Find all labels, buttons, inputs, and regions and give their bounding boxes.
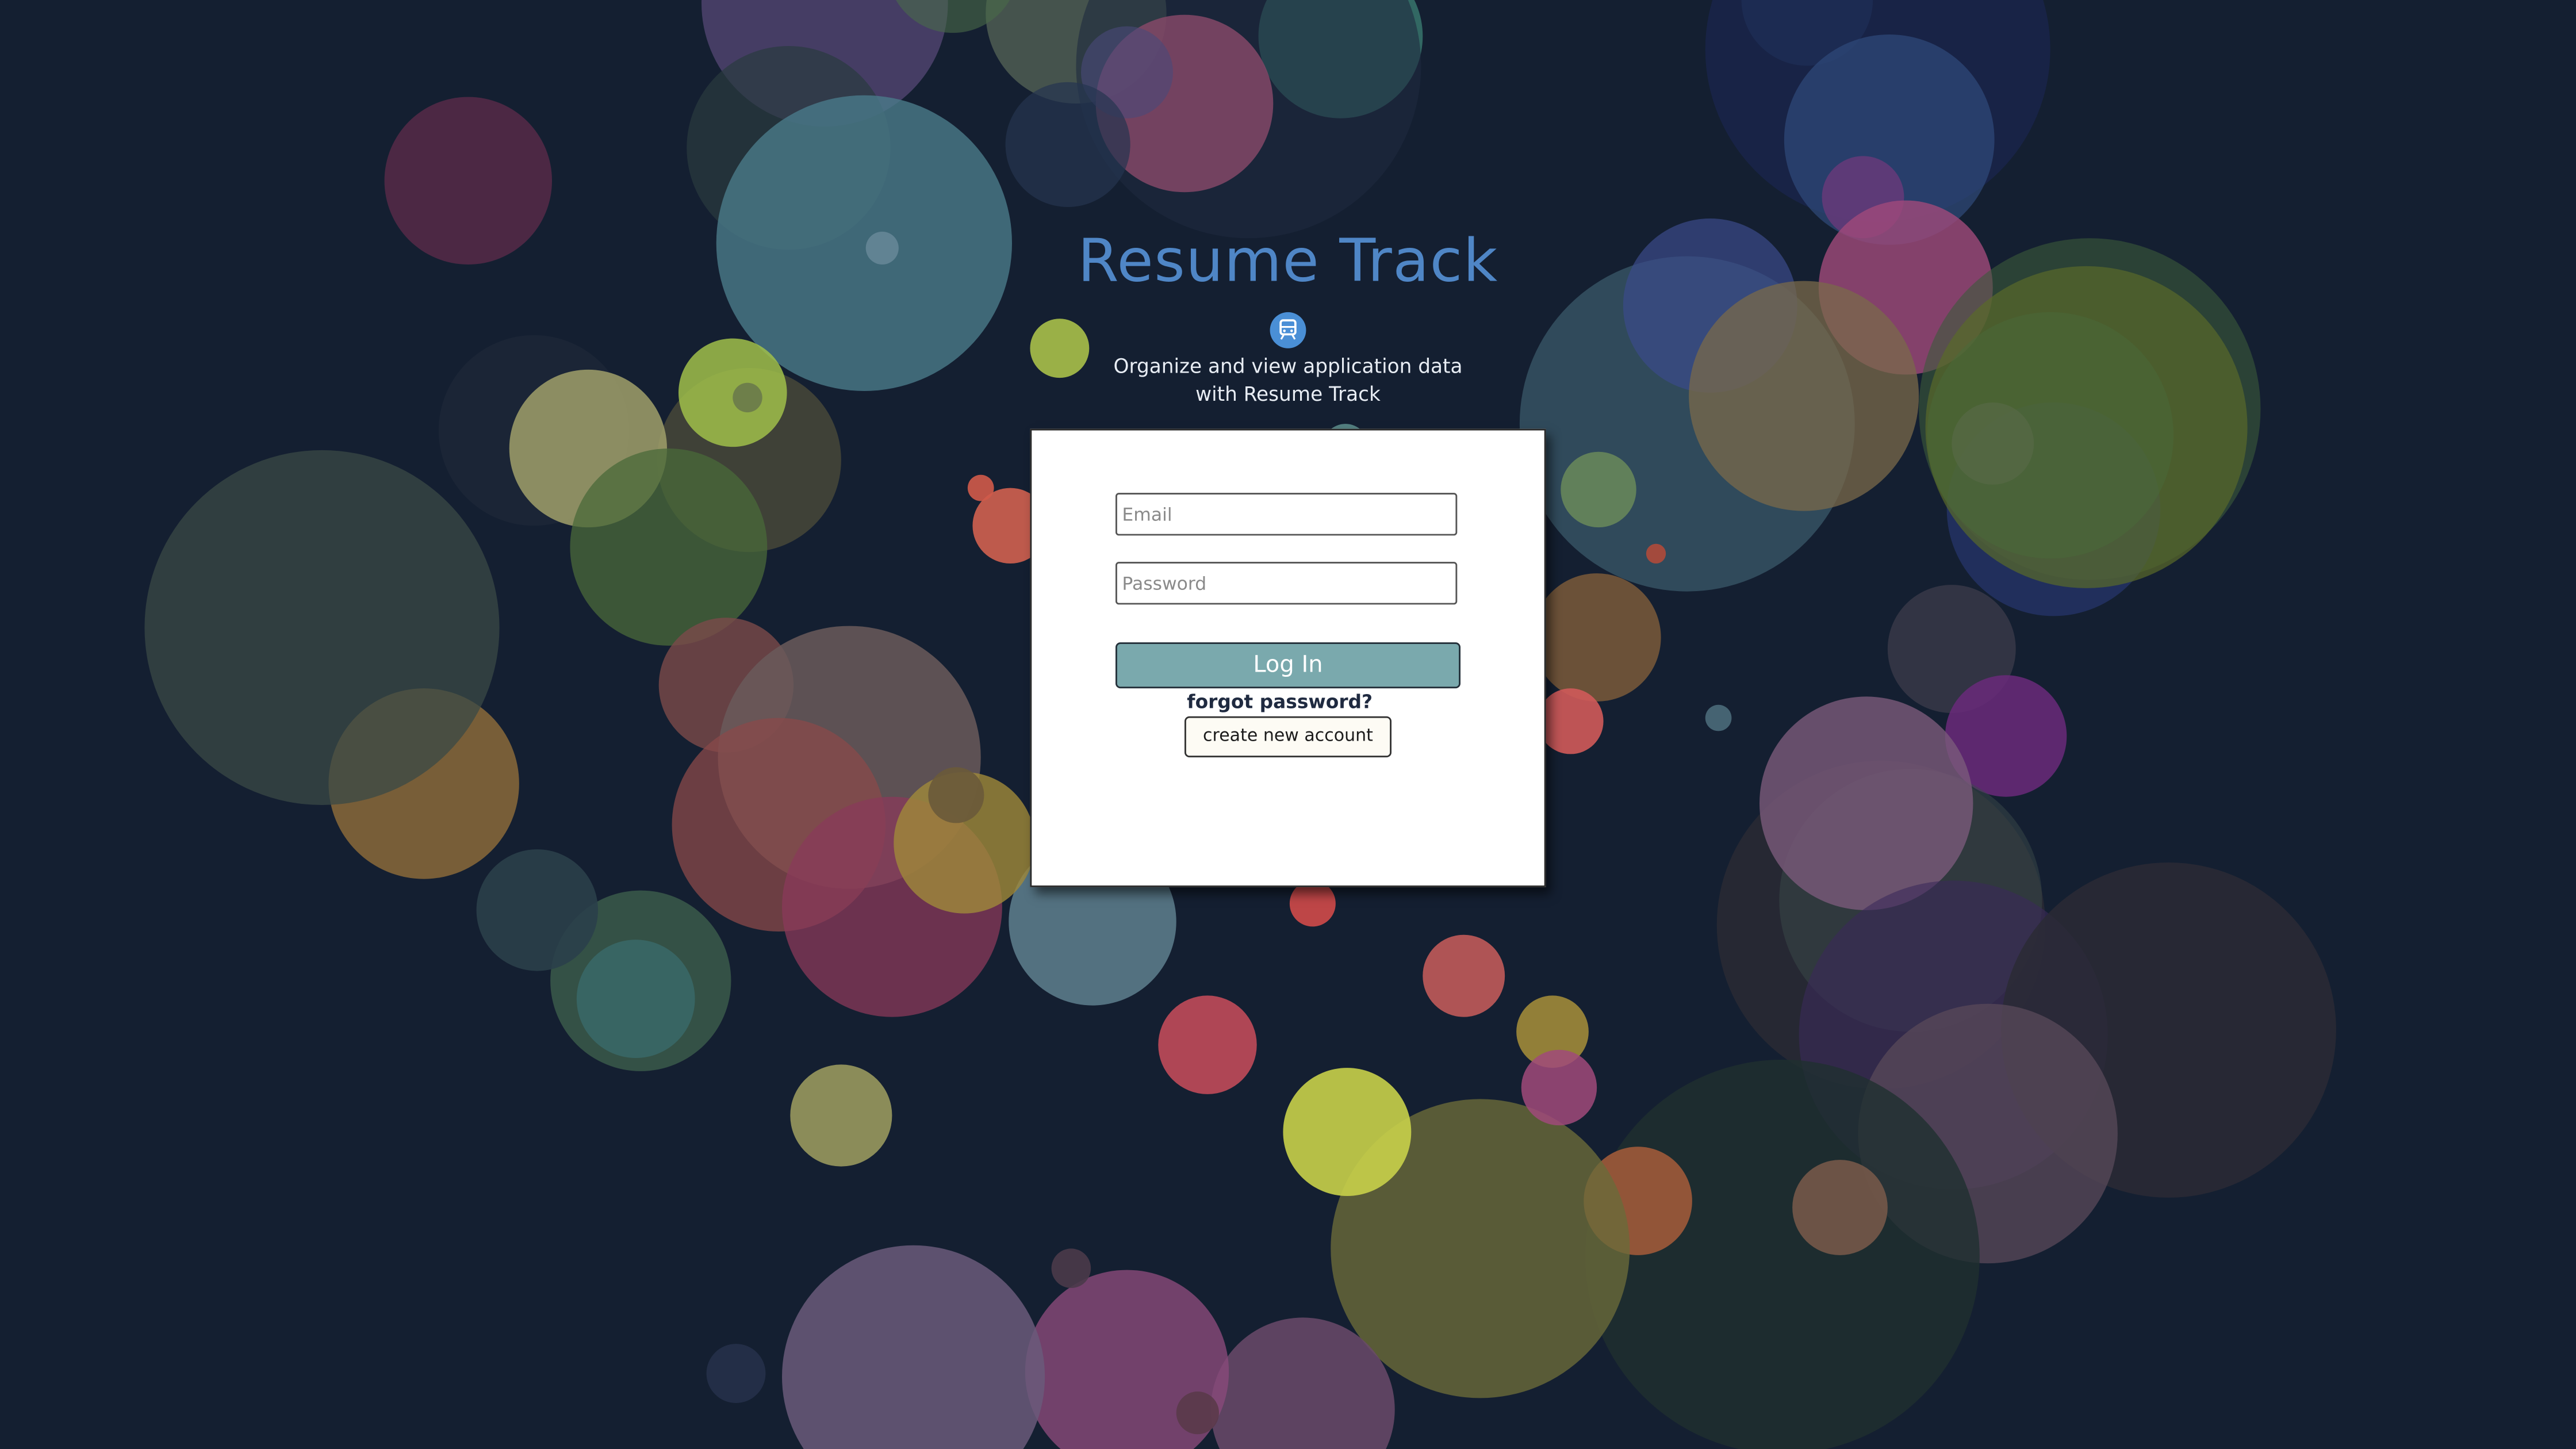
background-bubble (1283, 1068, 1412, 1196)
login-card: Log In forgot password? create new accou… (1030, 428, 1546, 887)
tagline-line-2: with Resume Track (1195, 382, 1381, 406)
app-title: Resume Track (1078, 228, 1498, 296)
background-bubble (1952, 402, 2034, 485)
background-bubble (1423, 934, 1505, 1017)
background-bubble (1759, 696, 1973, 910)
background-bubble (570, 448, 768, 646)
password-input[interactable] (1116, 562, 1458, 605)
background-bubble (1158, 995, 1257, 1094)
background-bubble (576, 940, 695, 1058)
app-tagline: Organize and view application data with … (0, 353, 2576, 409)
tagline-line-1: Organize and view application data (1113, 355, 1463, 378)
background-bubble (1538, 688, 1604, 754)
background-bubble (928, 767, 984, 823)
background-bubble (476, 849, 598, 971)
create-account-button[interactable]: create new account (1184, 716, 1392, 758)
background-bubble (1521, 1049, 1597, 1126)
background-bubble (1289, 880, 1336, 927)
forgot-password-link[interactable]: forgot password? (1032, 690, 1528, 713)
background-bubble (1646, 543, 1666, 564)
login-page: Resume Track Organize and view applicati… (0, 0, 2576, 1449)
email-input[interactable] (1116, 493, 1458, 536)
background-bubble (1705, 704, 1732, 731)
background-bubble (790, 1064, 892, 1167)
login-button[interactable]: Log In (1116, 642, 1460, 689)
background-bubble (1051, 1248, 1091, 1288)
background-bubble (1792, 1160, 1888, 1255)
background-bubble (1532, 573, 1661, 702)
background-bubble (1176, 1392, 1219, 1435)
background-bubble (967, 474, 994, 501)
train-icon (1270, 312, 1306, 348)
background-bubble (1005, 82, 1130, 207)
background-bubble (782, 1245, 1045, 1449)
background-bubble (144, 450, 500, 805)
background-bubble (706, 1344, 766, 1403)
background-bubble (1561, 451, 1636, 528)
